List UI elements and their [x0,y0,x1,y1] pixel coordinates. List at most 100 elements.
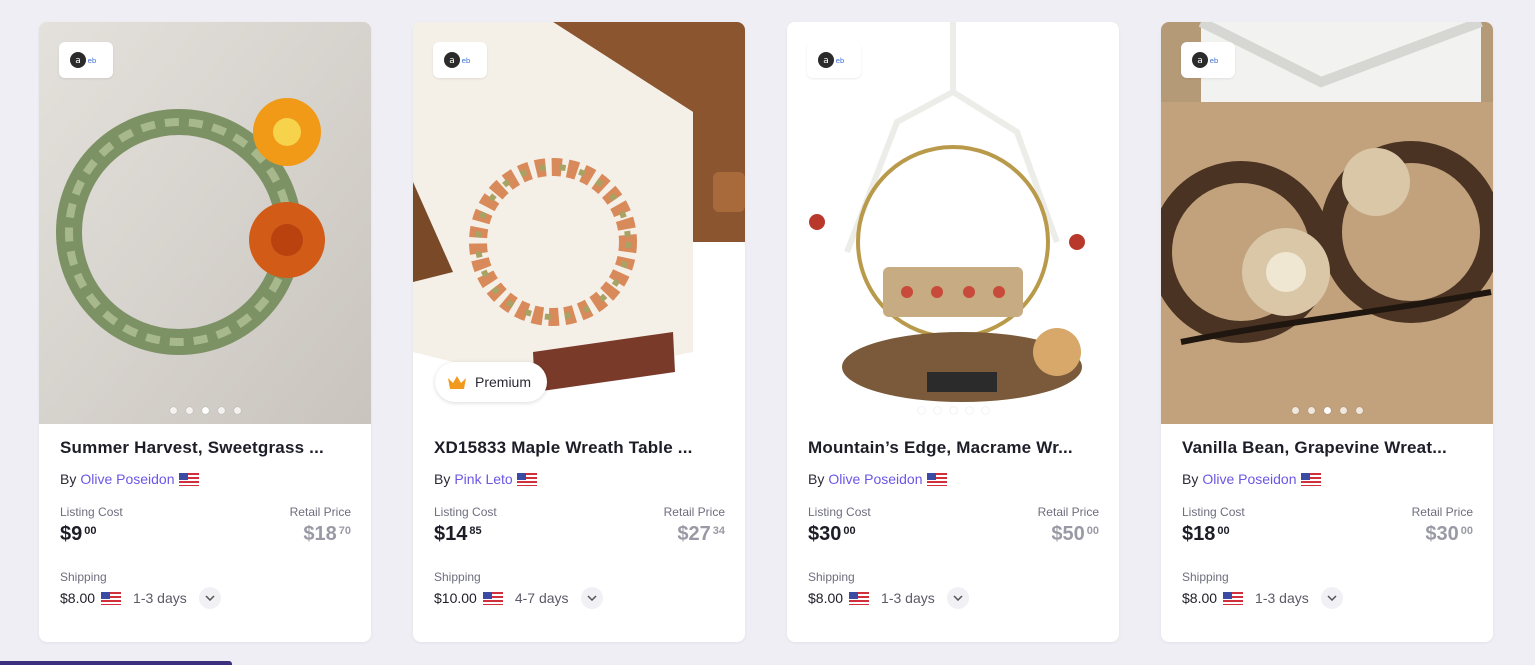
chevron-down-icon[interactable] [580,587,603,609]
by-label: By [434,471,451,487]
product-card[interactable]: a eb Premium XD15833 Maple Wreath Table .… [413,22,745,642]
carousel-dot[interactable] [933,407,941,414]
listing-cost-value: $30 00 [808,523,856,545]
svg-text:eb: eb [462,57,471,65]
us-flag-icon [1300,472,1321,486]
listing-cost-label: Listing Cost [60,505,123,519]
product-image-carousel[interactable]: a eb [1161,22,1493,424]
us-flag-icon [178,472,199,486]
retail-price-value: $27 34 [677,523,725,545]
svg-text:a: a [75,56,81,66]
carousel-dots[interactable] [1161,407,1493,414]
premium-badge: Premium [435,362,548,402]
product-title[interactable]: XD15833 Maple Wreath Table ... [434,438,725,458]
listing-cost-label: Listing Cost [434,505,497,519]
carousel-dot[interactable] [965,407,973,414]
svg-text:eb: eb [88,57,97,65]
shipping-cost: $8.00 [808,590,844,606]
shipping-label: Shipping [808,570,855,584]
shipping-cost: $8.00 [1182,590,1218,606]
product-title[interactable]: Summer Harvest, Sweetgrass ... [60,438,351,458]
shipping-days: 1-3 days [1255,590,1309,606]
retail-price-label: Retail Price [289,505,351,519]
bottom-bar [0,661,232,665]
carousel-dots[interactable] [39,407,371,414]
us-flag-icon [482,591,503,605]
product-title[interactable]: Vanilla Bean, Grapevine Wreat... [1182,438,1473,458]
product-card[interactable]: a eb Vanilla Bean, Grapevine Wreat... By … [1161,22,1493,642]
carousel-dots[interactable] [787,407,1119,414]
shipping-cost: $8.00 [60,590,96,606]
product-grid: a eb Summer Harvest, Sweetgrass ... By Ol… [39,22,1493,642]
product-card[interactable]: a eb Summer Harvest, Sweetgrass ... By Ol… [39,22,371,642]
retail-price-value: $18 70 [303,523,351,545]
ebay-store-icon: a eb [59,42,113,78]
carousel-dot[interactable] [1323,407,1331,414]
carousel-dot[interactable] [217,407,225,414]
carousel-dot[interactable] [1307,407,1315,414]
seller-link[interactable]: Olive Poseidon [1202,471,1296,487]
retail-price-value: $50 00 [1051,523,1099,545]
svg-text:a: a [1197,56,1203,66]
seller-link[interactable]: Olive Poseidon [828,471,922,487]
carousel-dot[interactable] [981,407,989,414]
product-image [1161,22,1493,424]
shipping-section: Shipping $8.00 1-3 days [808,570,1099,609]
carousel-dot[interactable] [1291,407,1299,414]
retail-price-label: Retail Price [1411,505,1473,519]
by-label: By [808,471,825,487]
shipping-days: 4-7 days [514,590,569,606]
listing-cost-value: $18 00 [1182,523,1230,545]
carousel-dot[interactable] [185,407,193,414]
shipping-label: Shipping [434,570,481,584]
shipping-days: 1-3 days [133,590,187,606]
listing-cost-label: Listing Cost [808,505,871,519]
product-image-carousel[interactable]: a eb Premium [413,22,745,424]
shipping-section: Shipping $8.00 1-3 days [60,570,351,609]
seller-line: By Pink Leto [434,471,725,487]
retail-price-value: $30 00 [1425,523,1473,545]
chevron-down-icon[interactable] [1320,587,1343,609]
ebay-store-icon: a eb [1181,42,1235,78]
ebay-store-icon: a eb [807,42,861,78]
carousel-dot[interactable] [201,407,209,414]
us-flag-icon [926,472,947,486]
retail-price-label: Retail Price [663,505,725,519]
svg-text:a: a [823,56,829,66]
seller-line: By Olive Poseidon [808,471,1099,487]
carousel-dot[interactable] [233,407,241,414]
product-title[interactable]: Mountain’s Edge, Macrame Wr... [808,438,1099,458]
seller-line: By Olive Poseidon [60,471,351,487]
chevron-down-icon[interactable] [198,587,221,609]
listing-cost-value: $9 00 [60,523,97,545]
carousel-dot[interactable] [917,407,925,414]
product-card[interactable]: a eb Mountain’s Edge, Macrame Wr... By Ol… [787,22,1119,642]
shipping-section: Shipping $8.00 1-3 days [1182,570,1473,609]
shipping-days: 1-3 days [881,590,935,606]
carousel-dot[interactable] [169,407,177,414]
product-image [787,22,1119,424]
seller-link[interactable]: Olive Poseidon [80,471,174,487]
carousel-dot[interactable] [1339,407,1347,414]
product-image-carousel[interactable]: a eb [787,22,1119,424]
chevron-down-icon[interactable] [946,587,969,609]
shipping-label: Shipping [60,570,107,584]
carousel-dot[interactable] [949,407,957,414]
svg-text:eb: eb [1210,57,1219,65]
us-flag-icon [101,591,122,605]
crown-icon [448,376,466,389]
by-label: By [1182,471,1199,487]
svg-text:a: a [449,56,455,66]
shipping-cost: $10.00 [434,590,477,606]
product-image-carousel[interactable]: a eb [39,22,371,424]
seller-link[interactable]: Pink Leto [454,471,512,487]
carousel-dot[interactable] [1355,407,1363,414]
by-label: By [60,471,77,487]
us-flag-icon [849,591,870,605]
premium-label: Premium [475,374,532,390]
price-row: Listing Cost $18 00 Retail Price $30 00 [1182,505,1473,546]
price-row: Listing Cost $30 00 Retail Price $50 00 [808,505,1099,546]
price-row: Listing Cost $14 85 Retail Price $27 34 [434,505,725,546]
listing-cost-value: $14 85 [434,523,482,545]
retail-price-label: Retail Price [1037,505,1099,519]
